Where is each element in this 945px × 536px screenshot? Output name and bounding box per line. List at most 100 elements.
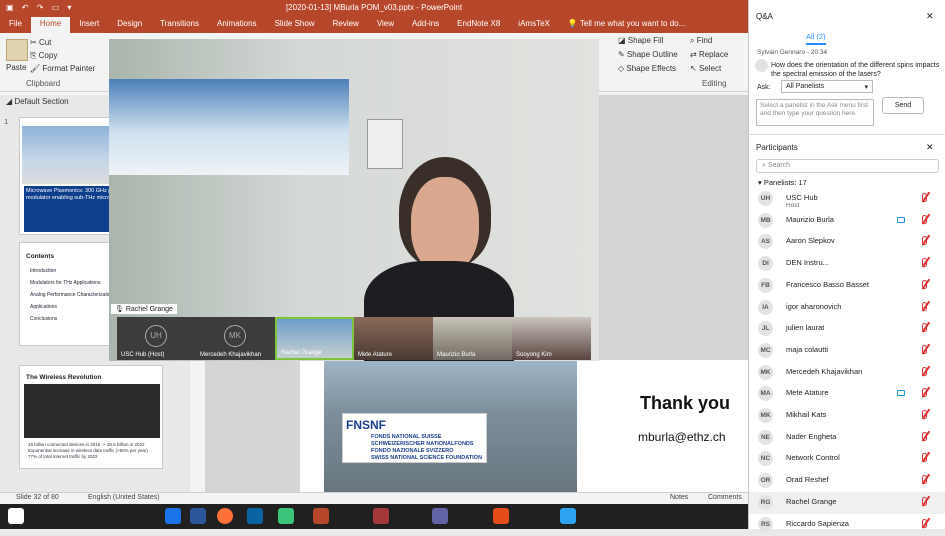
paste-button[interactable]: Paste	[6, 63, 26, 72]
word-taskbar-icon[interactable]	[190, 508, 206, 524]
speaker-name-tag: 🎙 Rachel Grange	[111, 304, 177, 314]
current-slide[interactable]: FNSNF FONDS NATIONAL SUISSE SCHWEIZERISC…	[300, 360, 748, 492]
tab-file[interactable]: File	[0, 17, 31, 33]
language-indicator[interactable]: English (United States)	[88, 494, 160, 501]
tell-me-box[interactable]: 💡 Tell me what you want to do...	[559, 17, 694, 33]
mic-muted-icon[interactable]	[922, 193, 927, 202]
participant-row[interactable]: AS Aaron Slepkov	[749, 231, 945, 253]
participant-row[interactable]: IA igor aharonovich	[749, 297, 945, 319]
ask-dropdown[interactable]: All Panelists ▾	[781, 80, 873, 93]
filezilla-taskbar-icon[interactable]	[493, 508, 509, 524]
mic-muted-icon[interactable]	[922, 431, 927, 441]
video-camera-icon[interactable]	[897, 216, 905, 223]
select-button[interactable]: ↖ Select	[690, 64, 721, 73]
participant-row[interactable]: RS Riccardo Sapienza	[749, 514, 945, 536]
participant-row[interactable]: NC Network Control	[749, 448, 945, 470]
panelists-group[interactable]: ▾ Panelists: 17	[758, 178, 807, 187]
tab-insert[interactable]: Insert	[70, 17, 108, 33]
send-button[interactable]: Send	[882, 97, 924, 114]
mic-muted-icon[interactable]	[922, 279, 927, 289]
find-button[interactable]: ⌕ Find	[690, 36, 712, 46]
question-input[interactable]: Select a panelist in the Ask menu first …	[756, 99, 874, 126]
tab-home[interactable]: Home	[30, 17, 71, 33]
zoom-taskbar-icon[interactable]	[165, 508, 181, 524]
mic-muted-icon[interactable]	[922, 453, 927, 463]
mic-muted-icon[interactable]	[922, 496, 927, 506]
participant-row[interactable]: RG Rachel Grange	[749, 491, 945, 514]
gallery-tile[interactable]: MK Mercedeh Khajavikhan	[196, 317, 275, 360]
taskbar	[0, 504, 748, 529]
gallery-tile[interactable]: Mete Atature	[354, 317, 433, 360]
mic-muted-icon[interactable]	[922, 301, 927, 311]
participant-name: Orad Reshef	[786, 475, 829, 485]
cursor-icon: ↖	[690, 64, 697, 73]
comments-button[interactable]: Comments	[708, 494, 742, 501]
active-speaker-video[interactable]: 🎙 Rachel Grange	[109, 39, 599, 361]
shape-effects-label: Shape Effects	[626, 64, 677, 73]
tab-all[interactable]: All (2)	[806, 32, 826, 45]
video-camera-icon[interactable]	[897, 390, 905, 397]
copy-button[interactable]: ⎘ Copy	[30, 51, 57, 61]
tab-iamstex[interactable]: iAmsTeX	[509, 17, 559, 33]
tile-name: Rachel Grange	[281, 350, 322, 356]
participant-row[interactable]: UH USC Hub Host	[749, 188, 945, 210]
slide-thumbnail-3[interactable]: The Wireless Revolution 16 billion conne…	[19, 365, 163, 469]
participant-row[interactable]: NE Nader Engheta	[749, 427, 945, 449]
participant-row[interactable]: DI DEN Instru...	[749, 253, 945, 275]
participant-row[interactable]: MB Maurizio Burla	[749, 210, 945, 232]
tab-review[interactable]: Review	[324, 17, 368, 33]
participant-row[interactable]: OR Orad Reshef	[749, 470, 945, 492]
gallery-tile-active[interactable]: Rachel Grange	[275, 317, 354, 360]
acrobat-taskbar-icon[interactable]	[373, 508, 389, 524]
powerpoint-taskbar-icon[interactable]	[313, 508, 329, 524]
shape-outline-button[interactable]: ✎ Shape Outline	[618, 50, 678, 59]
cut-button[interactable]: ✂ Cut	[30, 38, 51, 47]
participant-row[interactable]: JL julien laurat	[749, 318, 945, 340]
notes-button[interactable]: Notes	[670, 494, 688, 501]
mic-muted-icon[interactable]	[922, 388, 927, 398]
close-icon[interactable]: ✕	[926, 11, 934, 22]
close-icon[interactable]: ✕	[926, 142, 934, 153]
tab-slide-show[interactable]: Slide Show	[266, 17, 324, 33]
app-taskbar-icon[interactable]	[278, 508, 294, 524]
format-painter-button[interactable]: 🖌 Format Painter	[30, 64, 95, 73]
mic-muted-icon[interactable]	[922, 366, 927, 376]
gallery-tile[interactable]: Sooyong Kim	[512, 317, 591, 360]
participant-row[interactable]: MC maja colautti	[749, 340, 945, 362]
participant-row[interactable]: MK Mercedeh Khajavikhan	[749, 362, 945, 384]
gallery-tile[interactable]: Maurizio Burla	[433, 317, 512, 360]
mic-muted-icon[interactable]	[922, 323, 927, 333]
paste-icon[interactable]	[6, 39, 28, 61]
tab-view[interactable]: View	[368, 17, 403, 33]
windows-start-icon[interactable]	[8, 508, 24, 524]
mic-muted-icon[interactable]	[922, 344, 927, 354]
mic-muted-icon[interactable]	[922, 214, 927, 224]
mic-muted-icon[interactable]	[922, 410, 927, 419]
participant-row[interactable]: MA Mete Atature	[749, 383, 945, 405]
teams-taskbar-icon[interactable]	[432, 508, 448, 524]
participant-row[interactable]: MK Mikhail Kats	[749, 405, 945, 427]
participant-row[interactable]: FB Francesco Basso Basset	[749, 275, 945, 297]
mic-muted-icon[interactable]	[922, 236, 927, 246]
app-taskbar-icon[interactable]	[560, 508, 576, 524]
mic-muted-icon[interactable]	[922, 475, 927, 485]
tab-design[interactable]: Design	[108, 17, 151, 33]
mic-muted-icon[interactable]	[922, 258, 927, 268]
shape-effects-button[interactable]: ◇ Shape Effects	[618, 64, 676, 73]
logo-line: SCHWEIZERISCHER NATIONALFONDS	[371, 441, 474, 447]
participants-title: Participants	[756, 143, 798, 152]
tab-add-ins[interactable]: Add-ins	[403, 17, 448, 33]
tab-endnote[interactable]: EndNote X8	[448, 17, 509, 33]
section-header[interactable]: ◢ Default Section	[6, 97, 69, 106]
outlook-taskbar-icon[interactable]	[247, 508, 263, 524]
search-input[interactable]: ⌕ Search	[756, 159, 939, 173]
gallery-tile[interactable]: UH USC Hub (Host)	[117, 317, 196, 360]
firefox-taskbar-icon[interactable]	[217, 508, 233, 524]
replace-button[interactable]: ⇄ Replace	[690, 50, 728, 59]
shape-fill-button[interactable]: ◪ Shape Fill	[618, 36, 663, 45]
mic-muted-icon[interactable]	[922, 518, 927, 528]
copy-label: Copy	[38, 51, 58, 60]
tab-animations[interactable]: Animations	[208, 17, 266, 33]
avatar: IA	[758, 299, 773, 315]
tab-transitions[interactable]: Transitions	[151, 17, 208, 33]
